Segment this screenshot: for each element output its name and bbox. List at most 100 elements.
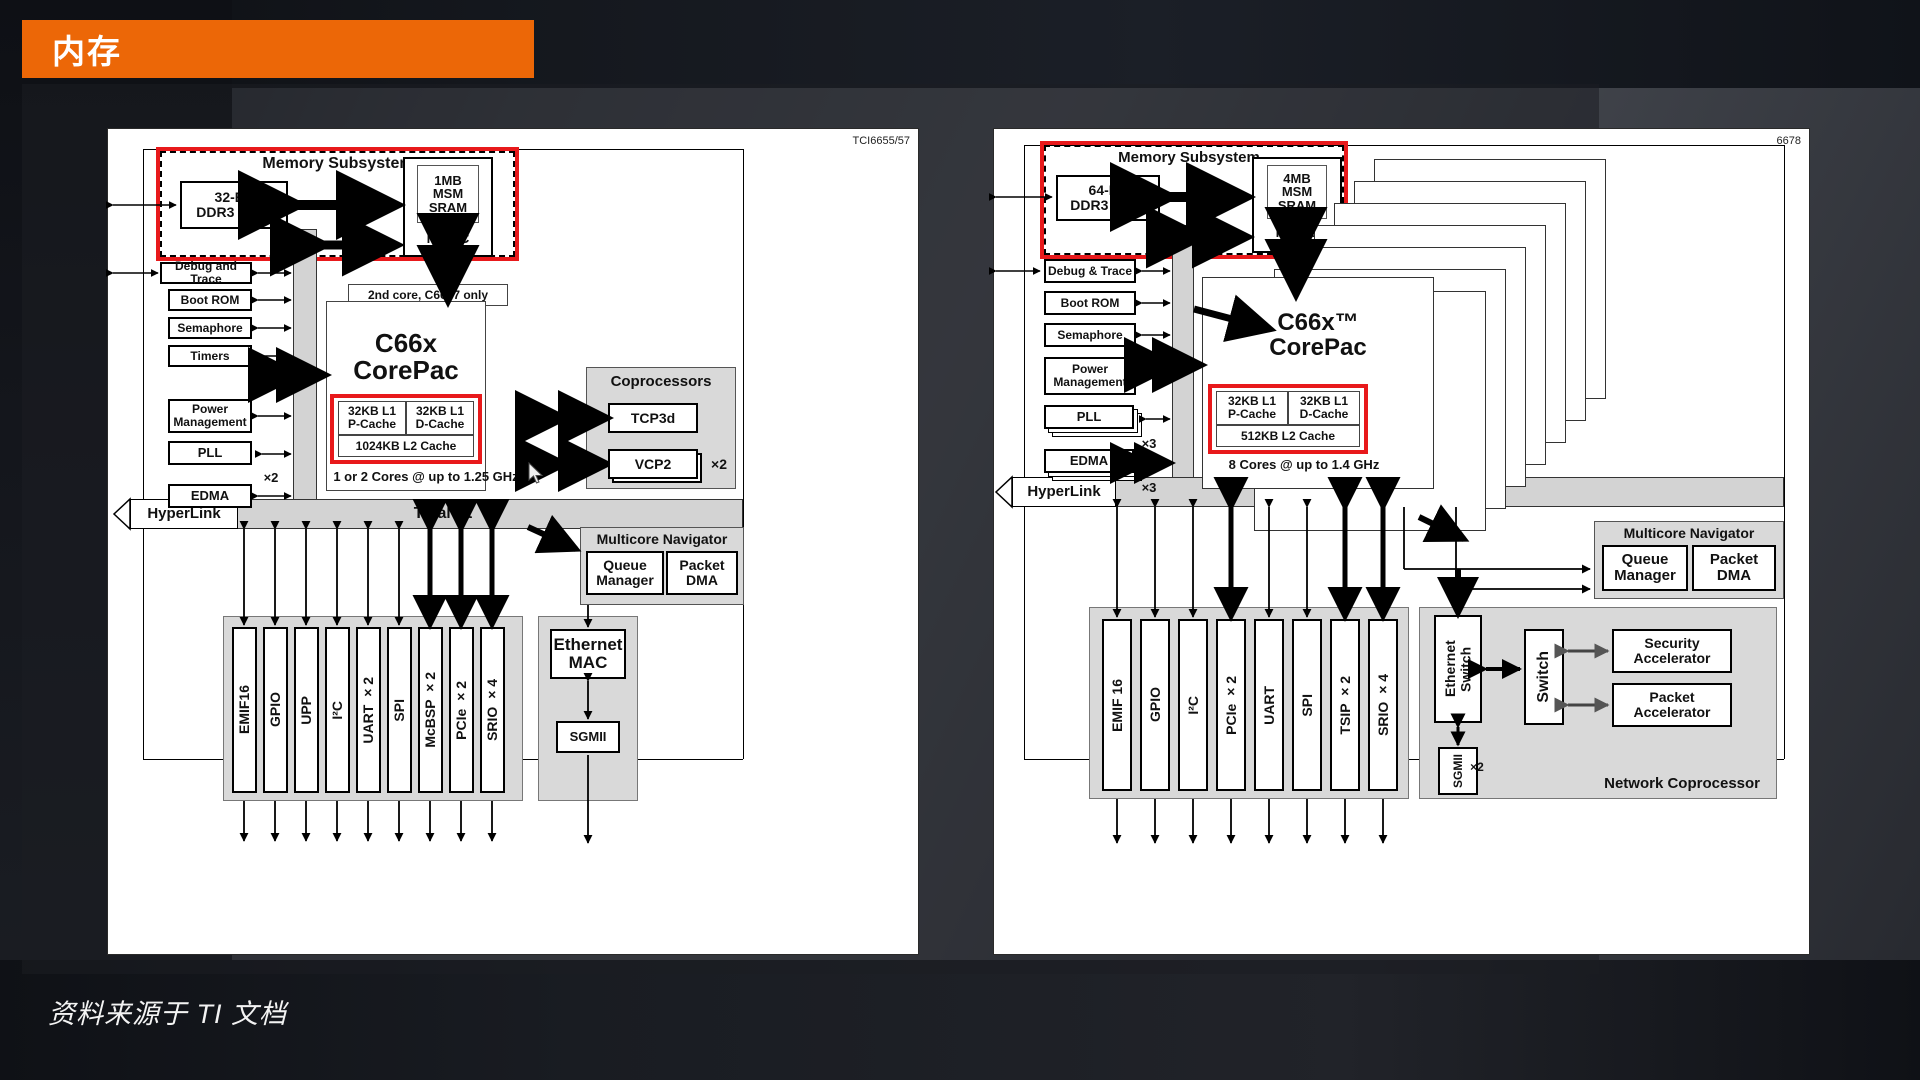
- right-packet-accelerator-line2: Accelerator: [1633, 704, 1711, 720]
- left-msm-sram-line1: 1MB: [434, 172, 462, 188]
- right-queue-manager-line2: Manager: [1614, 567, 1676, 584]
- left-vcp2-block: VCP2: [608, 449, 698, 479]
- right-switch-label: Switch: [1534, 651, 1552, 703]
- right-edma-multiplier: ×3: [1141, 479, 1157, 495]
- left-block-edma: EDMA: [168, 484, 252, 508]
- left-sgmii-label: SGMII: [569, 729, 607, 745]
- right-peripheral-uart-label: UART: [1260, 685, 1277, 725]
- right-block-edma-label: EDMA: [1069, 453, 1109, 469]
- right-block-debug-trace-label: Debug & Trace: [1047, 263, 1133, 278]
- footer-source-note: 资料来源于 TI 文档: [48, 999, 287, 1029]
- left-block-pll: PLL: [168, 441, 252, 465]
- right-peripheral-gpio: GPIO: [1140, 619, 1170, 791]
- right-peripheral-spi-label: SPI: [1298, 693, 1315, 717]
- left-coprocessors-title: Coprocessors: [610, 373, 712, 390]
- left-msm-sram-block: 1MB MSM SRAM: [417, 165, 479, 223]
- right-hyperlink-block: HyperLink: [1012, 477, 1116, 507]
- left-chip-outline-v-right: [743, 149, 744, 759]
- right-msmc-label: MSMC: [1275, 224, 1319, 240]
- slide-title-bar: 内存: [22, 20, 534, 78]
- right-hyperlink-pointer: [994, 475, 1013, 509]
- right-teranet-vertical-bus: [1172, 225, 1194, 507]
- right-ddr3-emif-line2: DDR3 EMIF: [1070, 197, 1146, 213]
- right-peripheral-i2c-label: I²C: [1184, 695, 1201, 715]
- left-hyperlink-pointer: [112, 497, 131, 531]
- left-tcp3d-block: TCP3d: [608, 403, 698, 433]
- left-block-timers-label: Timers: [190, 348, 230, 363]
- right-c66x-name-line2: CorePac: [1269, 334, 1367, 362]
- left-peripheral-uart: UART ×2: [356, 627, 381, 793]
- left-c66x-name-line2: CorePac: [353, 355, 459, 386]
- right-peripheral-spi: SPI: [1292, 619, 1322, 791]
- right-queue-manager-line1: Queue: [1621, 551, 1669, 569]
- left-block-debug-and-trace: Debug and Trace: [160, 259, 252, 286]
- right-cache-highlight: [1208, 384, 1368, 454]
- left-block-semaphore: Semaphore: [168, 317, 252, 339]
- right-block-edma: EDMA: [1044, 449, 1134, 473]
- left-peripheral-gpio-label: GPIO: [267, 692, 284, 728]
- left-cache-highlight: [330, 394, 482, 464]
- right-msm-sram-line3: SRAM: [1277, 197, 1317, 213]
- left-core-footer: 1 or 2 Cores @ up to 1.25 GHz: [333, 468, 519, 484]
- right-network-coprocessor-title: Network Coprocessor: [1604, 775, 1760, 793]
- right-peripheral-pcie-label: PCIe ×2: [1222, 675, 1239, 735]
- right-ddr3-emif-block: 64-Bit DDR3 EMIF: [1056, 175, 1160, 221]
- left-peripheral-emif16-label: EMIF16: [236, 685, 253, 735]
- right-block-boot-rom-label: Boot ROM: [1060, 295, 1120, 310]
- slide-background-bottom-strip: [0, 960, 1920, 1080]
- right-msm-sram-block: 4MB MSM SRAM: [1267, 165, 1327, 219]
- right-block-power-management-line2: Management: [1053, 375, 1127, 389]
- left-msmc-label: MSMC: [426, 230, 470, 246]
- right-peripheral-tsip-label: TSIP ×2: [1336, 675, 1353, 735]
- right-peripheral-tsip: TSIP ×2: [1330, 619, 1360, 791]
- right-queue-manager-block: Queue Manager: [1602, 545, 1688, 591]
- right-c66x-name-line1: C66x™: [1277, 309, 1359, 336]
- right-block-debug-trace: Debug & Trace: [1044, 259, 1136, 283]
- left-block-debug-and-trace-label: Debug and Trace: [175, 259, 237, 286]
- left-peripheral-upp-label: UPP: [298, 695, 315, 725]
- right-hyperlink-label: HyperLink: [1027, 483, 1101, 501]
- right-peripheral-pcie: PCIe ×2: [1216, 619, 1246, 791]
- left-msmc-block: 1MB MSM SRAM MSMC: [403, 157, 493, 257]
- left-teranet-label: TeraNet: [413, 505, 473, 522]
- right-peripheral-strip: [1089, 607, 1409, 799]
- right-security-accelerator-line1: Security: [1644, 635, 1700, 652]
- right-packet-dma-line2: DMA: [1716, 567, 1752, 584]
- left-block-power-management: Power Management: [168, 399, 252, 433]
- left-sgmii-block: SGMII: [556, 721, 620, 753]
- right-navigator-title: Multicore Navigator: [1623, 525, 1755, 541]
- left-ethernet-mac-line1: Ethernet: [553, 635, 623, 655]
- left-peripheral-emif16: EMIF16: [232, 627, 257, 793]
- right-security-accelerator-block: Security Accelerator: [1612, 629, 1732, 673]
- left-queue-manager-line2: Manager: [596, 572, 654, 588]
- right-block-boot-rom: Boot ROM: [1044, 291, 1136, 315]
- left-teranet-vertical-bus: [293, 229, 317, 529]
- left-diagram-corner-id: TCI6655/57: [852, 135, 910, 147]
- right-chip-outline-v-right: [1784, 145, 1785, 759]
- right-msm-sram-line1: 4MB: [1283, 170, 1311, 186]
- right-block-pll-label: PLL: [1076, 409, 1102, 425]
- left-ethernet-mac-block: Ethernet MAC: [550, 629, 626, 679]
- left-queue-manager-block: Queue Manager: [586, 551, 664, 595]
- right-block-power-management: Power Management: [1044, 357, 1136, 395]
- right-packet-dma-block: Packet DMA: [1692, 545, 1776, 591]
- left-peripheral-mcbsp: McBSP ×2: [418, 627, 443, 793]
- right-ddr3-emif-line1: 64-Bit: [1088, 182, 1128, 199]
- right-ethernet-switch-block: Ethernet Switch: [1434, 615, 1482, 723]
- left-msm-sram-line3: SRAM: [428, 199, 468, 215]
- right-security-accelerator-line2: Accelerator: [1633, 650, 1711, 666]
- right-peripheral-srio: SRIO ×4: [1368, 619, 1398, 791]
- right-sgmii-label: SGMII: [1450, 753, 1465, 788]
- left-queue-manager-line1: Queue: [603, 557, 647, 574]
- left-block-power-management-line2: Management: [173, 415, 247, 429]
- left-ddr3-emif-line2: DDR3 EMIF: [196, 204, 272, 220]
- left-packet-dma-block: Packet DMA: [666, 551, 738, 595]
- page-title: 内存: [52, 33, 122, 70]
- right-ethernet-switch-line1: Ethernet: [1441, 640, 1458, 698]
- right-chip-outline-v: [1024, 145, 1025, 759]
- left-block-boot-rom: Boot ROM: [168, 289, 252, 311]
- right-packet-accelerator-block: Packet Accelerator: [1612, 683, 1732, 727]
- left-ddr3-emif-line1: 32-Bit: [214, 189, 254, 206]
- left-peripheral-mcbsp-label: McBSP ×2: [422, 672, 439, 748]
- left-block-boot-rom-label: Boot ROM: [180, 292, 240, 307]
